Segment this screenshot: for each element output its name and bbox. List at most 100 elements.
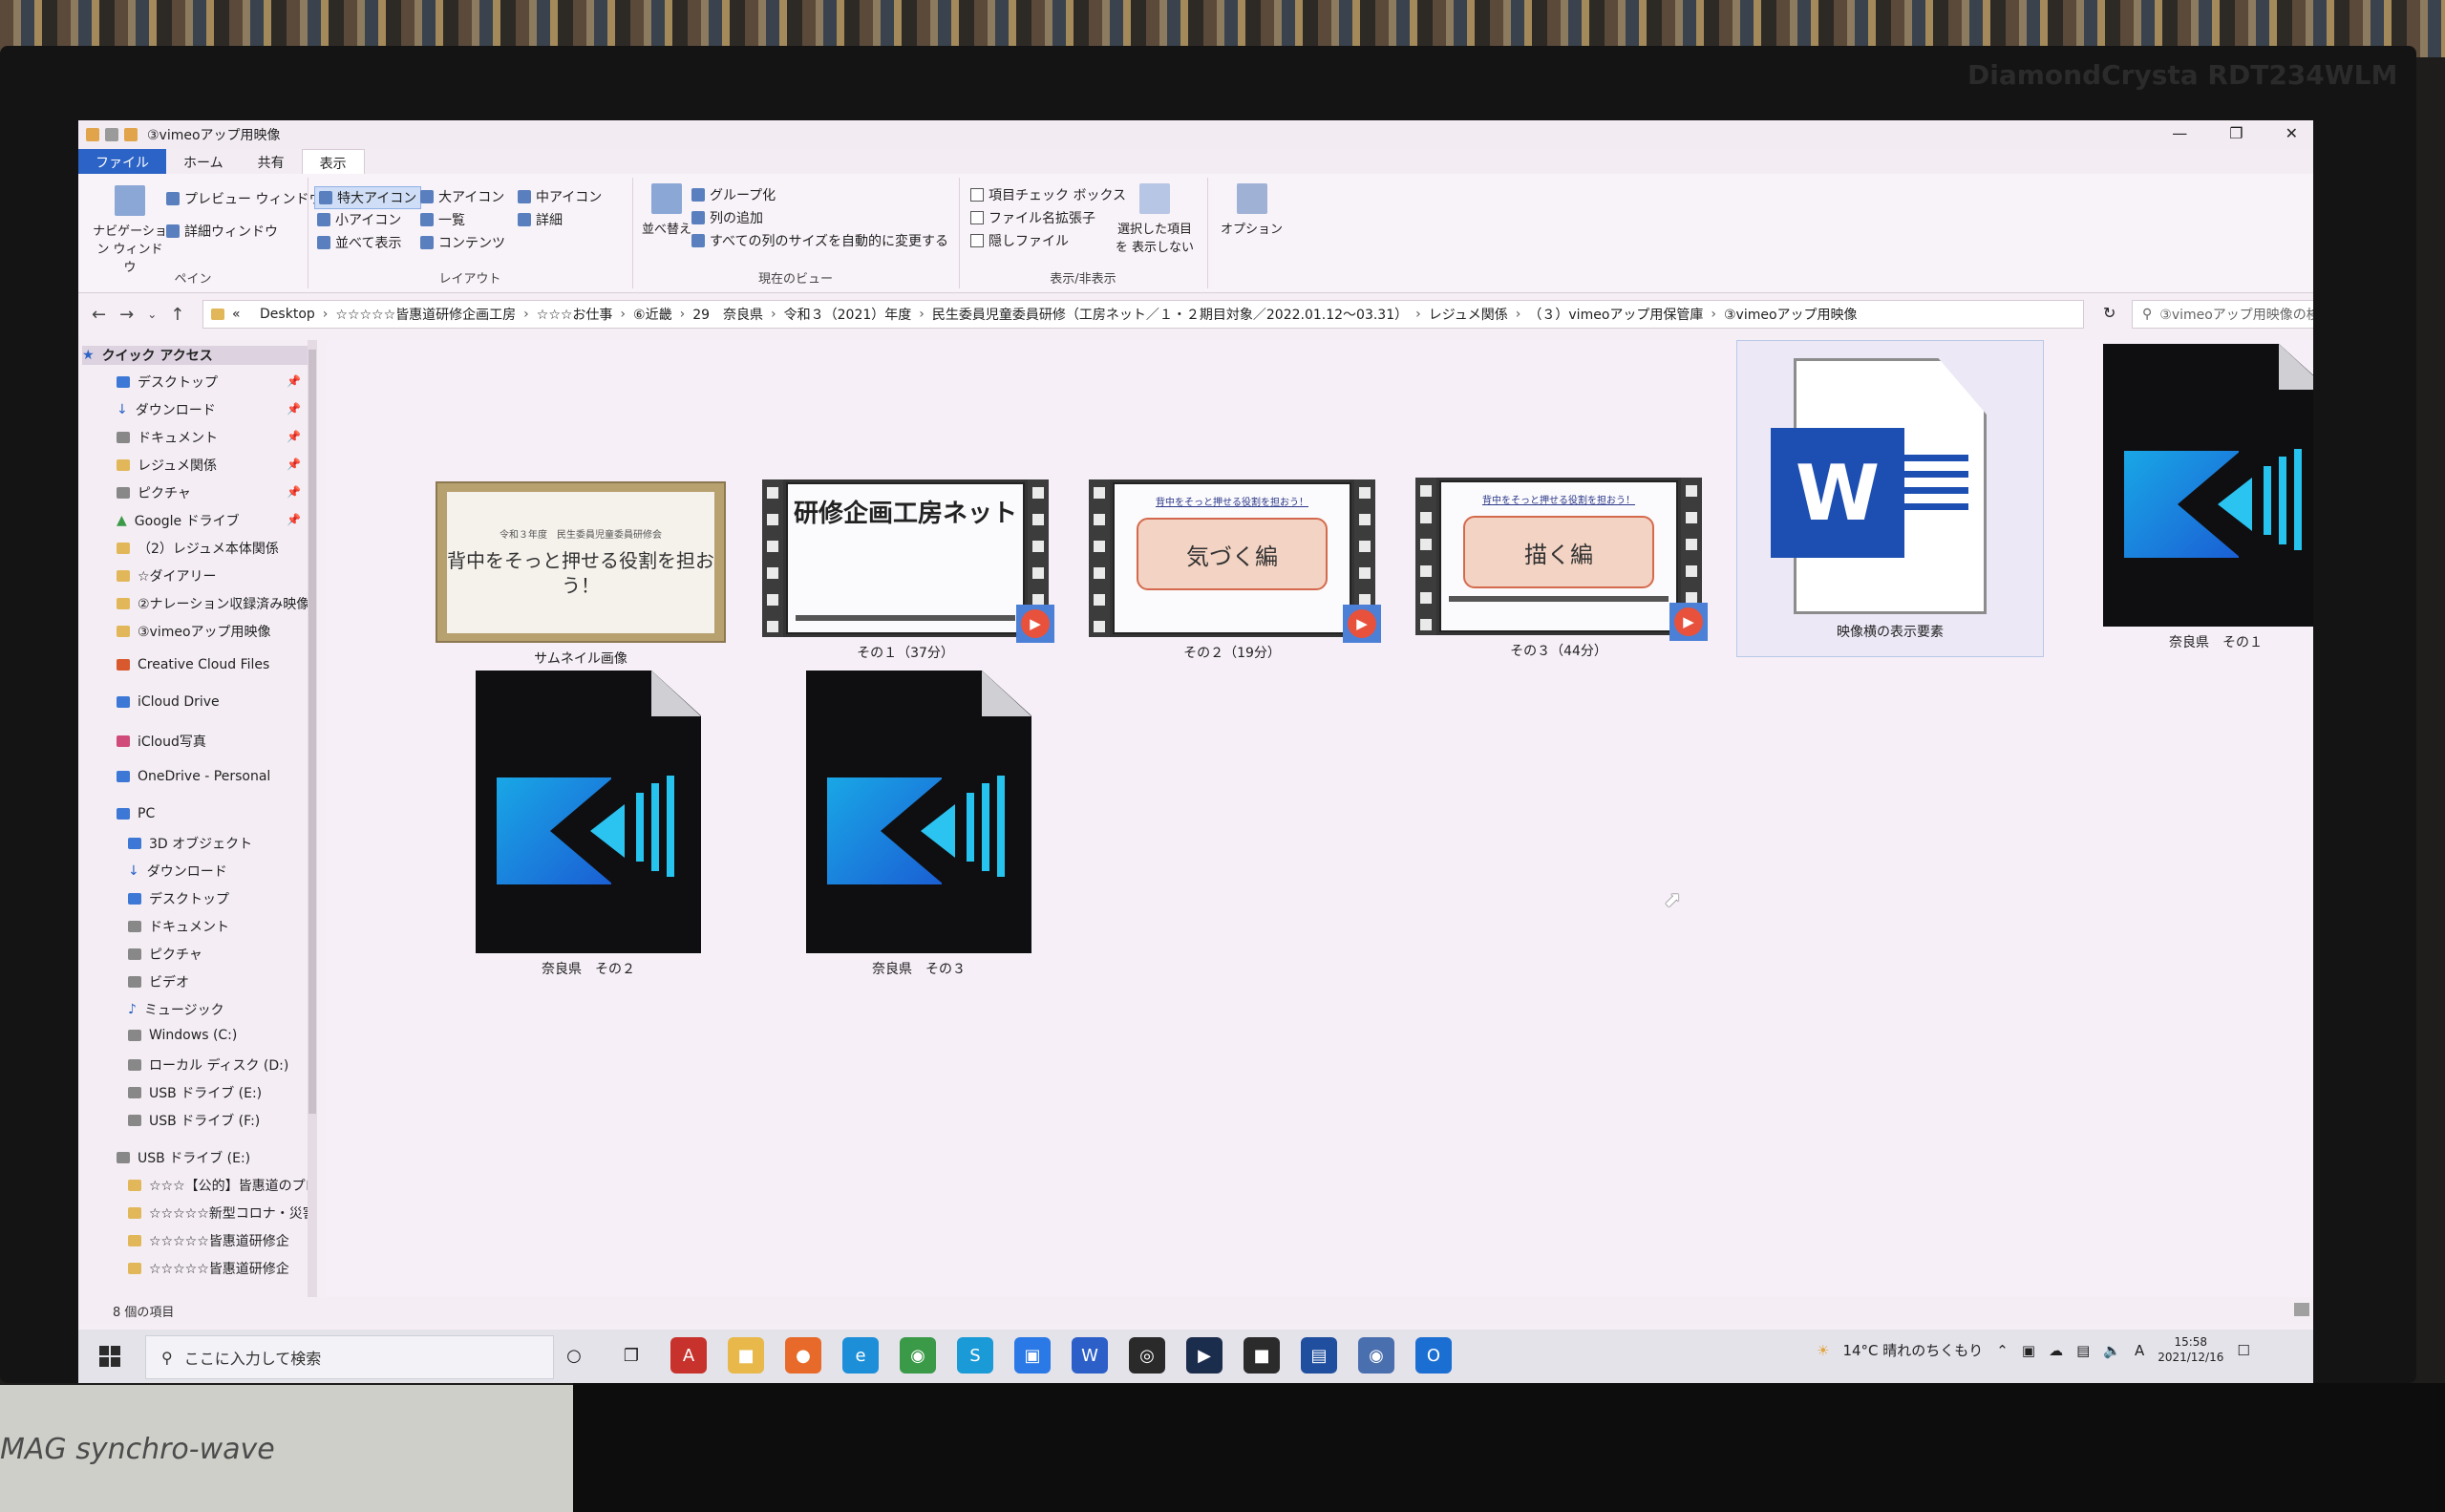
app-icon[interactable]: ■ — [1244, 1337, 1280, 1374]
file-extensions-checkbox[interactable] — [970, 211, 984, 224]
layout-large-icons[interactable]: 大アイコン — [420, 187, 504, 206]
nav-3d-objects[interactable]: 3D オブジェクト — [128, 834, 252, 853]
nav-desktop[interactable]: デスクトップ — [117, 373, 218, 392]
nav-onedrive[interactable]: OneDrive - Personal — [117, 769, 270, 784]
nav-pc-documents[interactable]: ドキュメント — [128, 917, 229, 936]
close-button[interactable]: ✕ — [2286, 124, 2298, 142]
zoom-icon[interactable]: ▣ — [1014, 1337, 1051, 1374]
tab-view[interactable]: 表示 — [301, 149, 365, 174]
cortana-icon[interactable]: ○ — [556, 1337, 592, 1374]
nav-drive-d[interactable]: ローカル ディスク (D:) — [128, 1055, 288, 1075]
notification-icon[interactable]: ☐ — [2237, 1342, 2249, 1359]
breadcrumb-segment[interactable]: （３）vimeoアップ用保管庫 — [1528, 305, 1703, 324]
options-button[interactable]: オプション — [1221, 183, 1283, 237]
breadcrumb-current[interactable]: ③vimeoアップ用映像 — [1724, 305, 1858, 324]
file-item[interactable]: 背中をそっと押せる役割を担おう！ 描く編 ▶ その３（44分） — [1415, 478, 1708, 660]
maximize-button[interactable]: ❐ — [2229, 124, 2243, 142]
breadcrumb-segment[interactable]: 29 奈良県 — [692, 305, 763, 324]
task-view-icon[interactable]: ❐ — [613, 1337, 649, 1374]
nav-usb-folder[interactable]: ☆☆☆☆☆皆惠道研修企 — [128, 1259, 289, 1278]
folder-icon[interactable] — [86, 128, 99, 141]
recent-locations-chevron-icon[interactable]: ⌄ — [147, 308, 157, 321]
hidden-items-toggle[interactable]: 隠しファイル — [970, 231, 1069, 250]
nav-pictures[interactable]: ピクチャ — [117, 483, 191, 502]
breadcrumb-segment[interactable]: 民生委員児童委員研修（工房ネット／１・２期目対象／2022.01.12〜03.3… — [932, 305, 1408, 324]
breadcrumb-segment[interactable]: 令和３（2021）年度 — [784, 305, 912, 324]
volume-icon[interactable]: 🔈 — [2103, 1342, 2121, 1359]
network-icon[interactable]: ▤ — [2076, 1342, 2090, 1359]
word-icon[interactable]: W — [1072, 1337, 1108, 1374]
nav-folder[interactable]: ☆ダイアリー — [117, 566, 217, 586]
tab-home[interactable]: ホーム — [166, 149, 241, 174]
powerdirector-icon[interactable]: ▶ — [1186, 1337, 1222, 1374]
tab-share[interactable]: 共有 — [241, 149, 302, 174]
taskbar-search[interactable]: ⚲ ここに入力して検索 — [145, 1335, 554, 1379]
nav-google-drive[interactable]: ▲ Google ドライブ — [117, 511, 240, 530]
layout-extra-large-icons[interactable]: 特大アイコン — [313, 186, 422, 209]
nav-resume-folder[interactable]: レジュメ関係 — [117, 456, 217, 475]
chrome-icon[interactable]: ◉ — [900, 1337, 936, 1374]
add-columns-button[interactable]: 列の追加 — [691, 208, 763, 227]
up-arrow-icon[interactable]: ↑ — [170, 305, 184, 325]
layout-tiles[interactable]: 並べて表示 — [317, 233, 401, 252]
nav-pc-downloads[interactable]: ↓ ダウンロード — [128, 862, 227, 881]
item-checkboxes-toggle[interactable]: 項目チェック ボックス — [970, 185, 1126, 204]
layout-details[interactable]: 詳細 — [518, 210, 563, 229]
search-box[interactable]: ⚲ ③vimeoアップ用映像の検索 — [2132, 300, 2313, 329]
layout-small-icons[interactable]: 小アイコン — [317, 210, 401, 229]
nav-usb-folder[interactable]: ☆☆☆【公的】皆惠道のプロ — [128, 1176, 319, 1195]
sort-by-button[interactable]: 並べ替え — [642, 183, 691, 237]
nav-drive-c[interactable]: Windows (C:) — [128, 1028, 237, 1043]
file-item[interactable]: 奈良県 その３ — [806, 671, 1031, 978]
breadcrumb-segment[interactable]: レジュメ関係 — [1429, 305, 1508, 324]
minimize-button[interactable]: — — [2172, 124, 2187, 142]
nav-creative-cloud[interactable]: Creative Cloud Files — [117, 657, 269, 672]
file-item[interactable]: 奈良県 その２ — [476, 671, 701, 978]
weather-text[interactable]: 14°C 晴れのちくもり — [1842, 1340, 1983, 1360]
nav-documents[interactable]: ドキュメント — [117, 428, 218, 447]
nav-usb-folder[interactable]: ☆☆☆☆☆新型コロナ・災害 — [128, 1203, 316, 1223]
firefox-icon[interactable]: ● — [785, 1337, 821, 1374]
forward-arrow-icon[interactable]: → — [119, 305, 134, 325]
nav-folder[interactable]: （2）レジュメ本体関係 — [117, 539, 279, 558]
refresh-icon[interactable]: ↻ — [2103, 304, 2115, 322]
details-view-icon[interactable] — [2294, 1303, 2309, 1316]
tab-file[interactable]: ファイル — [78, 149, 166, 174]
size-all-columns-button[interactable]: すべての列のサイズを自動的に変更する — [691, 231, 948, 250]
obs-icon[interactable]: ◎ — [1129, 1337, 1165, 1374]
skype-icon[interactable]: S — [957, 1337, 993, 1374]
onedrive-tray-icon[interactable]: ☁ — [2049, 1342, 2063, 1359]
back-arrow-icon[interactable]: ← — [92, 305, 106, 325]
nav-pc-music[interactable]: ♪ ミュージック — [128, 1000, 224, 1019]
nav-drive-f[interactable]: USB ドライブ (F:) — [128, 1111, 260, 1130]
camera-icon[interactable]: ◉ — [1358, 1337, 1394, 1374]
nav-downloads[interactable]: ↓ ダウンロード — [117, 400, 216, 419]
item-checkboxes-checkbox[interactable] — [970, 188, 984, 202]
nav-quick-access[interactable]: ★ クイック アクセス — [82, 346, 308, 365]
details-pane-button[interactable]: 詳細ウィンドウ — [166, 222, 278, 241]
layout-content[interactable]: コンテンツ — [420, 233, 505, 252]
nav-folder[interactable]: ②ナレーション収録済み映像 — [117, 594, 309, 613]
hide-selected-button[interactable]: 選択した項目を 表示しない — [1112, 183, 1198, 255]
breadcrumb-segment[interactable]: ☆☆☆お仕事 — [537, 305, 613, 324]
breadcrumb-desktop[interactable]: Desktop — [260, 307, 315, 322]
file-explorer-icon[interactable]: ■ — [728, 1337, 764, 1374]
acrobat-icon[interactable]: A — [670, 1337, 707, 1374]
nav-pc-videos[interactable]: ビデオ — [128, 972, 189, 991]
ime-indicator[interactable]: A — [2135, 1342, 2144, 1359]
outlook-icon[interactable]: O — [1415, 1337, 1452, 1374]
nav-folder-current[interactable]: ③vimeoアップ用映像 — [117, 622, 271, 641]
preview-pane-button[interactable]: プレビュー ウィンドウ — [166, 189, 322, 208]
nav-pc[interactable]: PC — [117, 806, 155, 821]
navigation-pane-button[interactable]: ナビゲーション ウィンドウ — [92, 185, 168, 275]
nav-pc-pictures[interactable]: ピクチャ — [128, 945, 202, 964]
nav-icloud-photos[interactable]: iCloud写真 — [117, 732, 206, 751]
file-item[interactable]: 令和３年度 民生委員児童委員研修会 背中をそっと押せる役割を担おう！ サムネイル… — [436, 481, 726, 668]
layout-list[interactable]: 一覧 — [420, 210, 465, 229]
video-editor-icon[interactable]: ▤ — [1301, 1337, 1337, 1374]
nav-scrollbar[interactable] — [308, 340, 317, 1297]
breadcrumb-segment[interactable]: ☆☆☆☆☆皆惠道研修企画工房 — [335, 305, 516, 324]
clock[interactable]: 15:58 2021/12/16 — [2158, 1335, 2223, 1365]
file-extensions-toggle[interactable]: ファイル名拡張子 — [970, 208, 1095, 227]
chevron-up-icon[interactable]: ⌃ — [1996, 1342, 2009, 1359]
